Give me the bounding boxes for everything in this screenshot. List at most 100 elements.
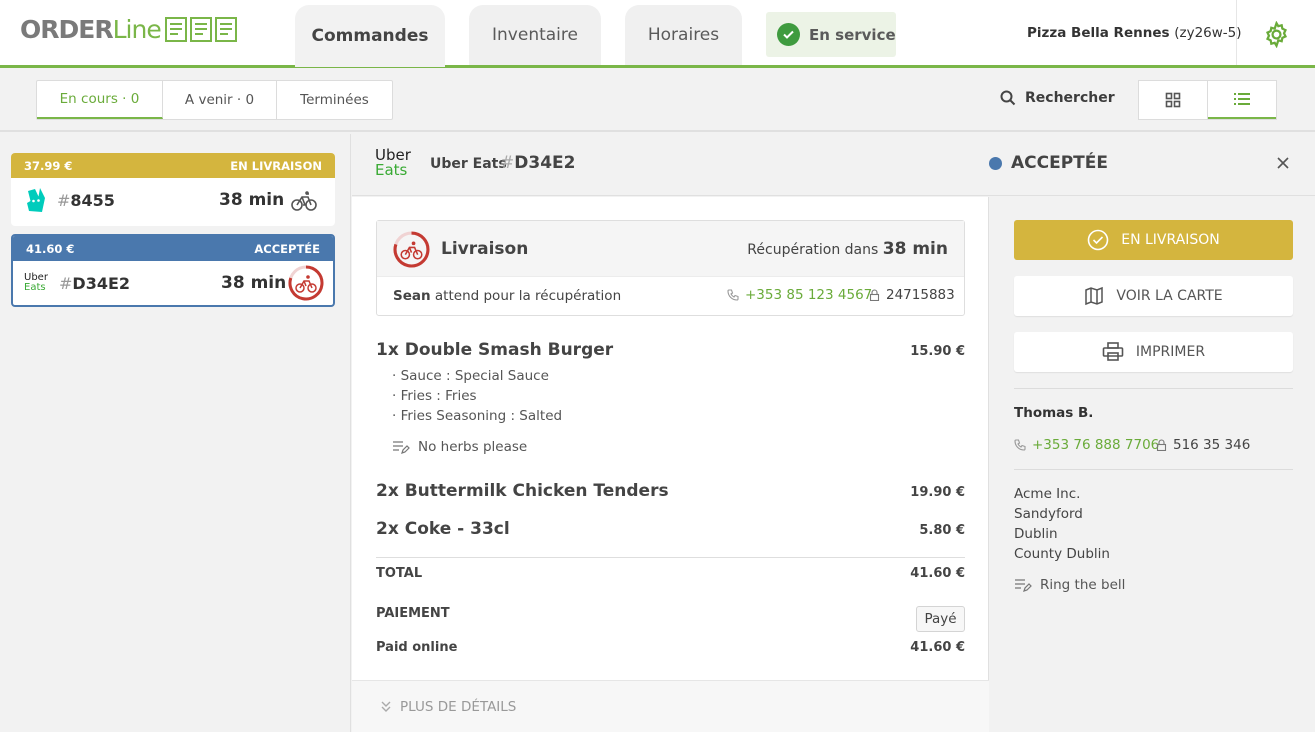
order-id: #D34E2 bbox=[500, 153, 576, 173]
item-name: 1x Double Smash Burger bbox=[376, 340, 614, 360]
order-card[interactable]: 37.99 € EN LIVRAISON #8455 38 min bbox=[11, 153, 335, 226]
courier-phone[interactable]: +353 85 123 4567 bbox=[727, 287, 872, 303]
store-name-text: Pizza Bella Rennes bbox=[1027, 25, 1170, 41]
grid-icon bbox=[1165, 92, 1181, 108]
order-number: #8455 bbox=[57, 191, 115, 210]
address-line: Acme Inc. bbox=[1014, 486, 1081, 502]
print-button[interactable]: IMPRIMER bbox=[1014, 332, 1293, 372]
check-circle-icon bbox=[1087, 229, 1109, 251]
item-price: 15.90 € bbox=[910, 344, 965, 359]
mark-in-delivery-button[interactable]: EN LIVRAISON bbox=[1014, 220, 1293, 260]
paid-online-row: Paid online 41.60 € bbox=[376, 640, 965, 655]
more-details-bar[interactable]: PLUS DE DÉTAILS bbox=[352, 680, 989, 732]
app-logo: ORDER Line bbox=[20, 12, 238, 46]
search-button[interactable]: Rechercher bbox=[1000, 90, 1115, 106]
tab-inventaire[interactable]: Inventaire bbox=[469, 5, 601, 65]
list-view-button[interactable] bbox=[1207, 81, 1276, 119]
store-code: (zy26w-5) bbox=[1174, 25, 1242, 41]
printer-icon bbox=[1102, 342, 1124, 361]
uber-eats-logo: Uber Eats bbox=[375, 146, 411, 179]
logo-text-line: Line bbox=[112, 14, 162, 44]
tab-commandes[interactable]: Commandes bbox=[295, 5, 445, 67]
address-line: Dublin bbox=[1014, 526, 1058, 542]
pickup-eta: Récupération dans 38 min bbox=[747, 239, 948, 259]
filter-toolbar: En cours · 0 A venir · 0 Terminées Reche… bbox=[0, 68, 1315, 132]
customer-phone[interactable]: +353 76 888 7706 bbox=[1014, 437, 1159, 453]
divider bbox=[1014, 388, 1293, 389]
order-detail-content: Livraison Récupération dans 38 min Sean … bbox=[352, 197, 989, 732]
customer-code: 516 35 346 bbox=[1156, 437, 1250, 453]
courier-code: 24715883 bbox=[869, 287, 955, 303]
close-icon[interactable] bbox=[1275, 155, 1291, 171]
order-card-bar: 37.99 € EN LIVRAISON bbox=[11, 153, 335, 178]
bicycle-icon bbox=[291, 191, 317, 211]
list-icon bbox=[1233, 93, 1250, 105]
tab-horaires[interactable]: Horaires bbox=[625, 5, 742, 65]
view-switcher bbox=[1138, 80, 1277, 120]
filter-label: A venir bbox=[184, 92, 233, 108]
order-card-selected[interactable]: 41.60 € ACCEPTÉE Uber Eats #D34E2 38 min bbox=[11, 234, 335, 307]
delivery-timer-icon bbox=[288, 265, 324, 301]
platform-name: Uber Eats bbox=[430, 156, 507, 172]
note-icon bbox=[1015, 579, 1032, 592]
logo-text-order: ORDER bbox=[20, 14, 114, 44]
note-icon bbox=[393, 441, 410, 454]
payment-row: PAIEMENT bbox=[376, 606, 450, 621]
grid-view-button[interactable] bbox=[1139, 81, 1208, 119]
status-dot bbox=[989, 156, 1002, 170]
order-card-body: #8455 38 min bbox=[11, 178, 335, 226]
filter-label: Terminées bbox=[300, 92, 369, 108]
item-modifier: · Fries : Fries bbox=[392, 388, 477, 404]
courier-status: Sean attend pour la récupération bbox=[393, 288, 622, 304]
order-item: 1x Double Smash Burger 15.90 € bbox=[376, 340, 965, 360]
uber-eats-logo: Uber Eats bbox=[24, 272, 48, 293]
order-amount: 41.60 € bbox=[26, 241, 75, 256]
order-detail-header: Uber Eats Uber Eats #D34E2 ACCEPTÉE bbox=[352, 134, 1315, 196]
order-item: 2x Buttermilk Chicken Tenders 19.90 € bbox=[376, 481, 965, 501]
filter-count: 0 bbox=[245, 92, 255, 108]
item-name: 2x Buttermilk Chicken Tenders bbox=[376, 481, 669, 501]
more-details-button[interactable]: PLUS DE DÉTAILS bbox=[380, 699, 516, 715]
order-time: 38 min bbox=[219, 190, 285, 210]
order-status: EN LIVRAISON bbox=[230, 158, 322, 173]
logo-tickets-icon bbox=[164, 17, 237, 42]
order-card-body: Uber Eats #D34E2 38 min bbox=[13, 261, 333, 305]
order-actions-panel: EN LIVRAISON VOIR LA CARTE IMPRIMER Thom… bbox=[990, 197, 1315, 732]
item-note: No herbs please bbox=[392, 439, 527, 455]
filter-label: En cours bbox=[59, 91, 118, 107]
order-time: 38 min bbox=[221, 273, 287, 293]
divider bbox=[376, 557, 965, 558]
delivery-box: Livraison Récupération dans 38 min Sean … bbox=[376, 220, 965, 316]
delivery-title: Livraison bbox=[441, 239, 529, 259]
delivery-box-header: Livraison Récupération dans 38 min bbox=[377, 221, 964, 277]
view-map-button[interactable]: VOIR LA CARTE bbox=[1014, 276, 1293, 316]
search-icon bbox=[1000, 90, 1016, 106]
filter-terminees[interactable]: Terminées bbox=[277, 81, 392, 119]
divider bbox=[1014, 469, 1293, 470]
total-row: TOTAL 41.60 € bbox=[376, 566, 965, 581]
delivery-timer-icon bbox=[393, 231, 430, 268]
item-modifier: · Sauce : Special Sauce bbox=[392, 368, 549, 384]
phone-icon bbox=[727, 289, 739, 301]
service-status-button[interactable]: En service bbox=[766, 12, 896, 57]
customer-name: Thomas B. bbox=[1014, 405, 1094, 421]
lock-icon bbox=[1156, 439, 1167, 451]
lock-icon bbox=[869, 289, 880, 301]
phone-icon bbox=[1014, 439, 1026, 451]
gear-icon[interactable] bbox=[1263, 21, 1290, 48]
filter-a-venir[interactable]: A venir · 0 bbox=[163, 81, 277, 119]
item-price: 5.80 € bbox=[919, 523, 965, 538]
order-list: 37.99 € EN LIVRAISON #8455 38 min 41.60 … bbox=[0, 134, 351, 732]
service-status-label: En service bbox=[809, 25, 896, 44]
check-circle-icon bbox=[777, 23, 800, 46]
order-card-bar: 41.60 € ACCEPTÉE bbox=[13, 236, 333, 261]
order-status: ACCEPTÉE bbox=[254, 241, 320, 256]
address-line: County Dublin bbox=[1014, 546, 1110, 562]
delivery-note: Ring the bell bbox=[1014, 577, 1125, 593]
filter-en-cours[interactable]: En cours · 0 bbox=[37, 81, 163, 119]
payment-status-badge: Payé bbox=[916, 606, 965, 632]
filter-count: 0 bbox=[130, 91, 140, 107]
top-header: ORDER Line Commandes Inventaire Horaires … bbox=[0, 0, 1315, 68]
order-amount: 37.99 € bbox=[24, 158, 73, 173]
header-separator bbox=[1236, 0, 1237, 65]
